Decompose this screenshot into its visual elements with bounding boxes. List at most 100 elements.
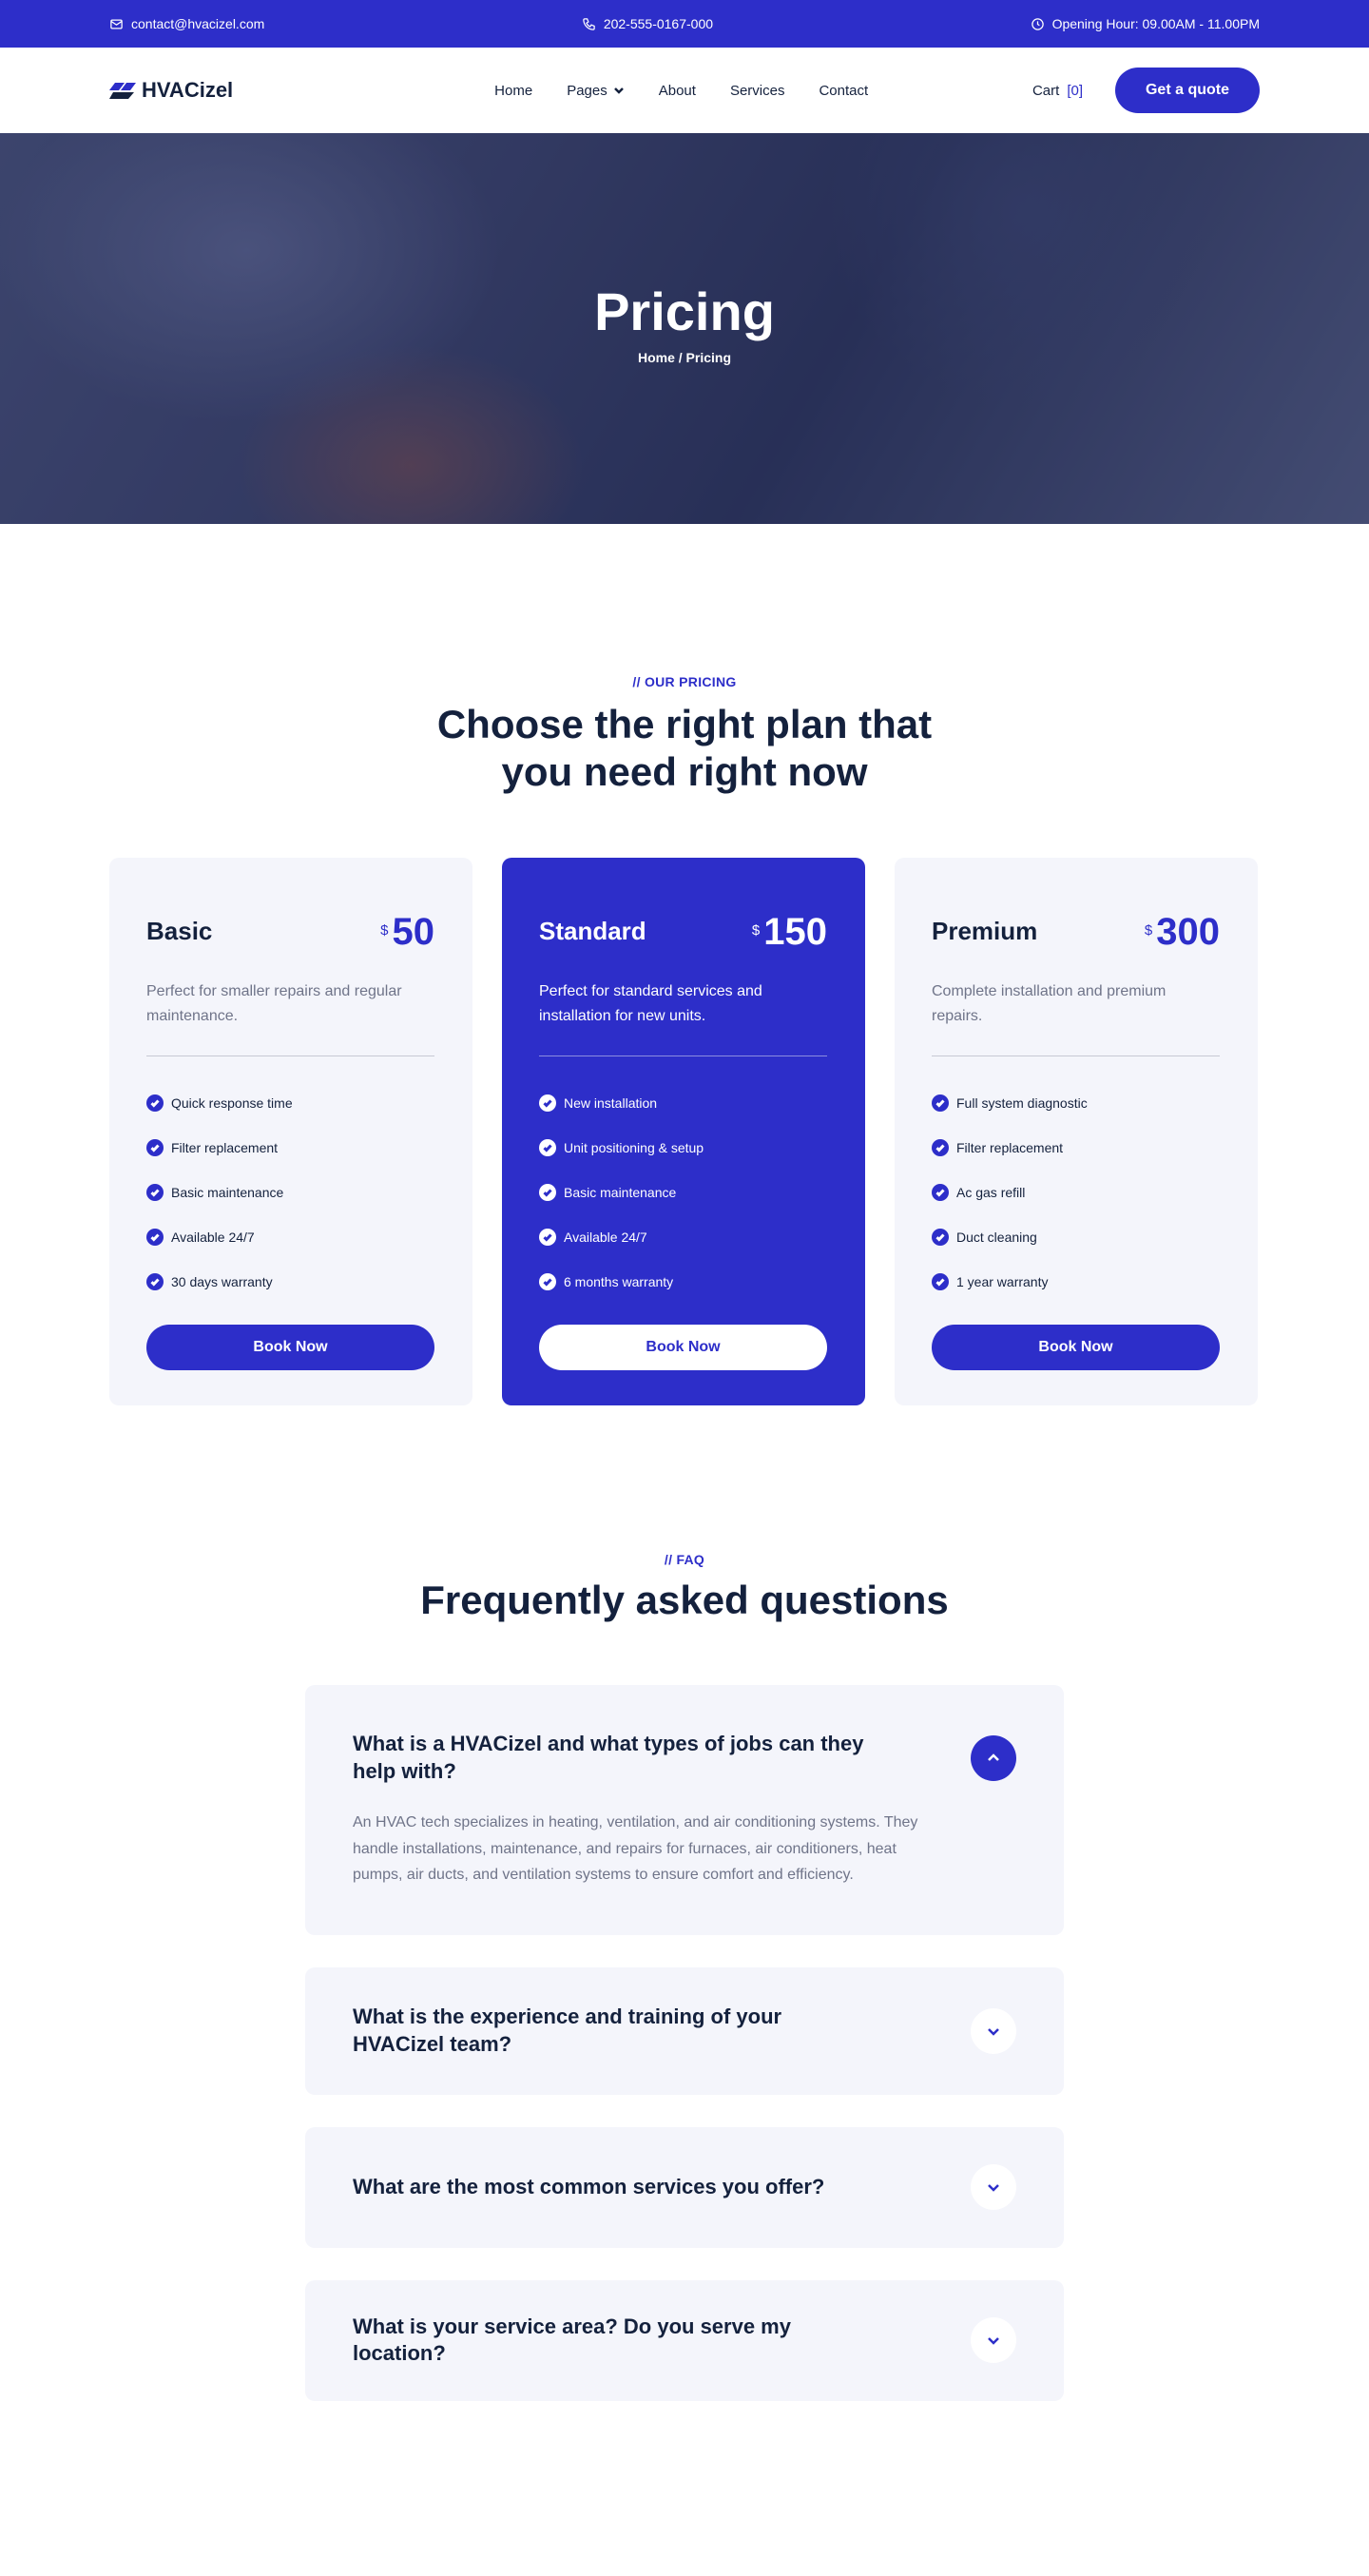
- check-icon: [539, 1139, 556, 1157]
- check-icon: [932, 1139, 949, 1157]
- faq-question: What is a HVACizel and what types of job…: [353, 1732, 864, 1783]
- book-now-button[interactable]: Book Now: [539, 1324, 827, 1370]
- chevron-down-icon: [988, 2337, 999, 2346]
- mail-icon: [110, 19, 123, 29]
- price-currency: $: [1144, 921, 1153, 939]
- price-amount: 50: [392, 910, 435, 953]
- check-icon: [539, 1184, 556, 1202]
- top-bar: contact@hvacizel.com 202-555-0167-000 Op…: [0, 0, 1369, 48]
- phone-text: 202-555-0167-000: [603, 16, 714, 31]
- phone-icon: [583, 17, 595, 30]
- pricing-card-premium: Premium $ 300 Complete installation and …: [895, 857, 1258, 1405]
- nav-contact[interactable]: Contact: [819, 83, 868, 99]
- cart-count: [0]: [1067, 82, 1083, 99]
- plan-name: Premium: [932, 917, 1038, 946]
- faq-question-row[interactable]: What are the most common services you of…: [353, 2127, 1016, 2248]
- cart-link[interactable]: Cart [0]: [1032, 83, 1083, 99]
- faq-list: What is a HVACizel and what types of job…: [305, 1685, 1064, 2401]
- check-icon: [146, 1094, 164, 1113]
- faq-section: // FAQ Frequently asked questions What i…: [0, 1405, 1369, 2576]
- check-icon: [146, 1273, 164, 1291]
- pricing-title: Choose the right plan that you need righ…: [109, 701, 1260, 797]
- chevron-down-icon: [613, 87, 624, 94]
- feature-item: Unit positioning & setup: [539, 1126, 827, 1171]
- feature-item: Basic maintenance: [146, 1171, 434, 1215]
- nav-pages[interactable]: Pages: [567, 83, 625, 99]
- pricing-card-standard: Standard $ 150 Perfect for standard serv…: [502, 857, 865, 1405]
- feature-label: Ac gas refill: [956, 1185, 1026, 1201]
- check-icon: [932, 1184, 949, 1202]
- page-hero: Pricing Home / Pricing: [0, 133, 1369, 524]
- faq-question-row[interactable]: What is your service area? Do you serve …: [353, 2280, 1016, 2401]
- cart-label: Cart: [1032, 82, 1060, 99]
- pricing-section: // OUR PRICING Choose the right plan tha…: [0, 524, 1369, 1405]
- plan-name: Standard: [539, 917, 646, 946]
- feature-label: Unit positioning & setup: [564, 1140, 704, 1156]
- book-now-button[interactable]: Book Now: [932, 1324, 1220, 1370]
- check-icon: [539, 1273, 556, 1291]
- email-text: contact@hvacizel.com: [131, 16, 265, 31]
- plan-price: $ 150: [752, 913, 827, 951]
- faq-toggle-button[interactable]: [971, 2317, 1016, 2364]
- page-title: Pricing: [594, 281, 775, 341]
- feature-label: Basic maintenance: [564, 1185, 677, 1201]
- check-icon: [146, 1184, 164, 1202]
- hours-text: Opening Hour: 09.00AM - 11.00PM: [1051, 16, 1260, 31]
- site-logo[interactable]: HVACizel: [109, 78, 233, 103]
- feature-item: Basic maintenance: [539, 1171, 827, 1215]
- feature-label: Duct cleaning: [956, 1230, 1037, 1246]
- faq-toggle-button[interactable]: [971, 2007, 1016, 2054]
- chevron-down-icon: [988, 2184, 999, 2193]
- plan-description: Perfect for standard services and instal…: [539, 982, 762, 1025]
- faq-question-row[interactable]: What is a HVACizel and what types of job…: [353, 1731, 1016, 1785]
- feature-label: Full system diagnostic: [956, 1095, 1088, 1112]
- opening-hours: Opening Hour: 09.00AM - 11.00PM: [1031, 16, 1260, 31]
- chevron-down-icon: [988, 2028, 999, 2036]
- faq-eyebrow: // FAQ: [664, 1551, 705, 1567]
- faq-toggle-button[interactable]: [971, 2164, 1016, 2211]
- feature-item: Available 24/7: [539, 1215, 827, 1260]
- feature-list: Full system diagnostic Filter replacemen…: [932, 1081, 1220, 1305]
- faq-question: What is the experience and training of y…: [353, 2005, 782, 2056]
- nav-pages-label: Pages: [567, 82, 607, 99]
- feature-label: Quick response time: [171, 1095, 293, 1112]
- clock-icon: [1031, 17, 1044, 30]
- feature-item: 30 days warranty: [146, 1260, 434, 1305]
- price-currency: $: [751, 921, 761, 939]
- contact-phone[interactable]: 202-555-0167-000: [582, 16, 713, 31]
- feature-item: Filter replacement: [932, 1126, 1220, 1171]
- get-quote-button[interactable]: Get a quote: [1115, 68, 1260, 113]
- check-icon: [146, 1139, 164, 1157]
- book-now-button[interactable]: Book Now: [146, 1324, 434, 1370]
- pricing-cards: Basic $ 50 Perfect for smaller repairs a…: [109, 857, 1260, 1405]
- faq-question-row[interactable]: What is the experience and training of y…: [353, 1967, 1016, 2095]
- feature-list: Quick response time Filter replacement B…: [146, 1081, 434, 1305]
- pricing-title-line-1: Choose the right plan that: [436, 702, 933, 746]
- contact-email[interactable]: contact@hvacizel.com: [109, 16, 264, 31]
- check-icon: [932, 1094, 949, 1113]
- pricing-card-basic: Basic $ 50 Perfect for smaller repairs a…: [109, 857, 472, 1405]
- logo-text: HVACizel: [142, 78, 234, 102]
- chevron-up-icon: [988, 1753, 999, 1761]
- price-amount: 300: [1156, 910, 1220, 953]
- feature-label: Filter replacement: [956, 1140, 1064, 1156]
- feature-item: Ac gas refill: [932, 1171, 1220, 1215]
- faq-answer: An HVAC tech specializes in heating, ven…: [353, 1814, 918, 1883]
- check-icon: [932, 1229, 949, 1247]
- nav-about[interactable]: About: [659, 83, 696, 99]
- nav-services[interactable]: Services: [730, 83, 785, 99]
- faq-toggle-button[interactable]: [971, 1734, 1016, 1781]
- nav-home[interactable]: Home: [494, 83, 532, 99]
- faq-question: What is your service area? Do you serve …: [353, 2314, 791, 2366]
- pricing-eyebrow: // OUR PRICING: [632, 674, 737, 689]
- plan-description: Complete installation and premium repair…: [932, 982, 1167, 1025]
- feature-item: 6 months warranty: [539, 1260, 827, 1305]
- site-header: HVACizel Home Pages About Services Conta…: [0, 48, 1369, 133]
- feature-list: New installation Unit positioning & setu…: [539, 1081, 827, 1305]
- check-icon: [146, 1229, 164, 1247]
- faq-question: What are the most common services you of…: [353, 2175, 825, 2199]
- plan-name: Basic: [146, 917, 213, 946]
- faq-item: What is your service area? Do you serve …: [305, 2279, 1064, 2401]
- main-nav: Home Pages About Services Contact: [494, 83, 868, 99]
- feature-item: Filter replacement: [146, 1126, 434, 1171]
